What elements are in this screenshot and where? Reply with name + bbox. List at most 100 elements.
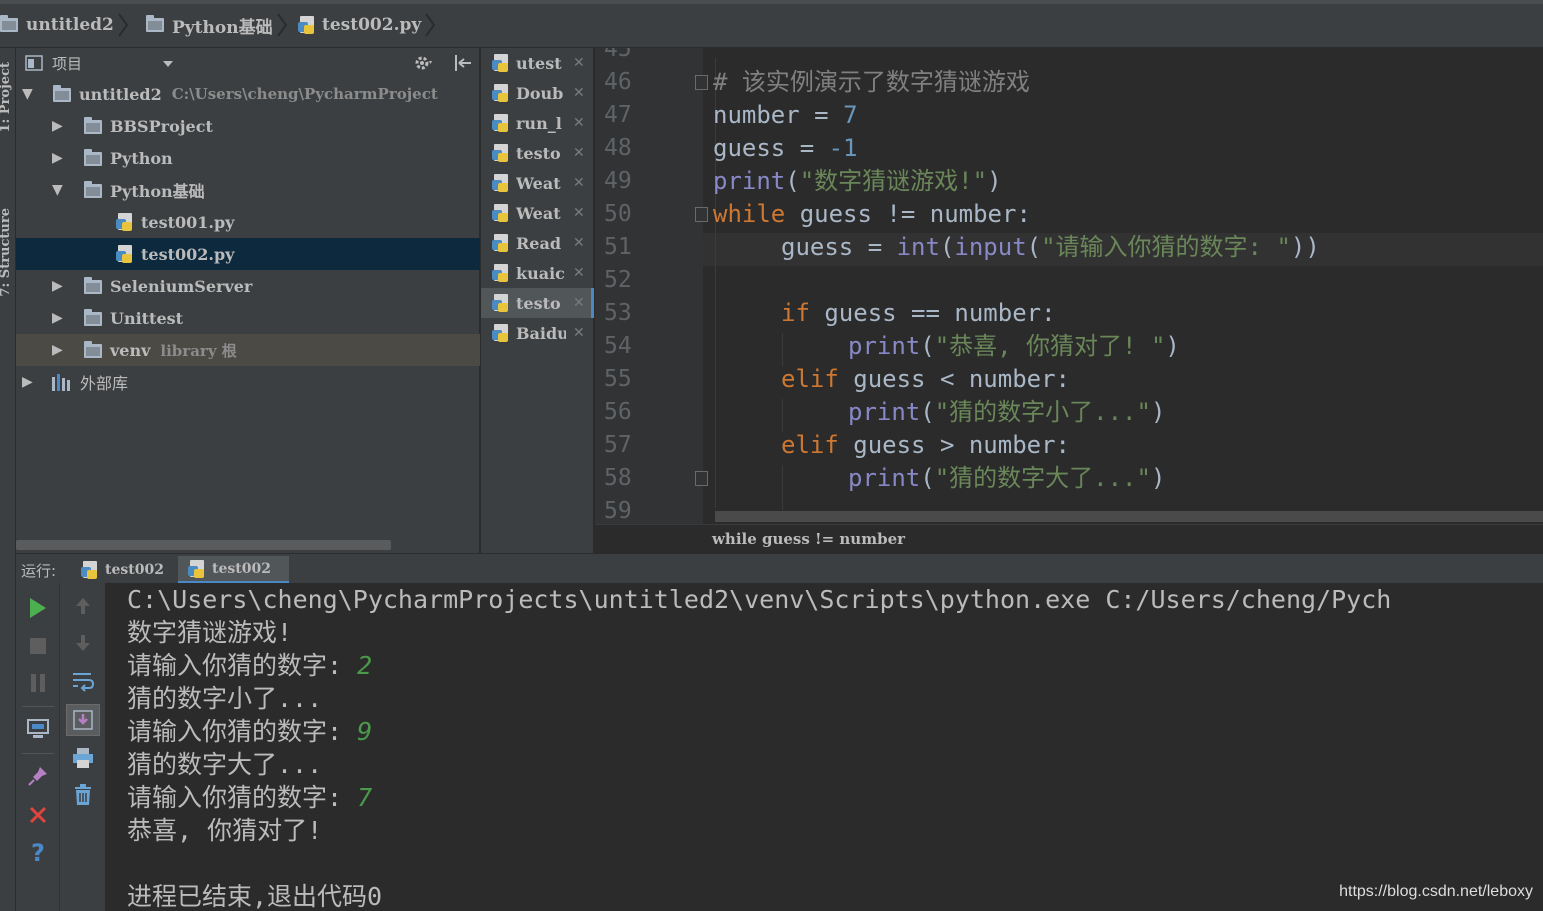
editor-tab[interactable]: Read ✕: [481, 228, 594, 258]
tree-item-untitled2[interactable]: ▼ untitled2 C:\Users\cheng\PycharmProjec…: [16, 78, 480, 110]
editor-tab[interactable]: Weat ✕: [481, 168, 594, 198]
code-line-51: guess = int(input("请输入你猜的数字: ")): [781, 231, 1320, 264]
chevron-right-icon[interactable]: ▶: [22, 374, 33, 390]
chevron-right-icon[interactable]: ▶: [52, 310, 63, 326]
code-paren: )): [1290, 233, 1320, 261]
chevron-right-icon[interactable]: ▶: [52, 118, 63, 134]
close-icon[interactable]: ✕: [573, 325, 585, 341]
console-prompt: 请输入你猜的数字:: [127, 717, 358, 746]
project-view-title[interactable]: 项目: [52, 53, 82, 74]
run-console[interactable]: C:\Users\cheng\PycharmProjects\untitled2…: [106, 583, 1543, 911]
editor-tab[interactable]: Doub ✕: [481, 78, 594, 108]
run-tab-active[interactable]: test002: [178, 556, 289, 584]
close-icon[interactable]: ✕: [573, 175, 585, 191]
console-user-input: 7: [357, 783, 373, 812]
folder-icon: [53, 85, 71, 102]
tree-item-python[interactable]: ▶ Python: [16, 142, 480, 174]
chevron-right-icon[interactable]: ▶: [52, 342, 63, 358]
editor-tab[interactable]: Weat ✕: [481, 198, 594, 228]
toolbar-divider: [22, 753, 54, 754]
code-editor[interactable]: 45 46 47 48 49 50 51 52 53 54 55 56 57 5…: [595, 48, 1543, 524]
editor-tab-active[interactable]: testo ✕: [481, 288, 594, 318]
editor-tab[interactable]: testo ✕: [481, 138, 594, 168]
close-icon[interactable]: ✕: [573, 115, 585, 131]
tree-item-unittest[interactable]: ▶ Unittest: [16, 302, 480, 334]
code-paren: ): [1165, 332, 1180, 360]
horizontal-scrollbar[interactable]: [16, 540, 391, 550]
scroll-up-button[interactable]: [70, 593, 96, 619]
close-icon[interactable]: ✕: [573, 235, 585, 251]
tree-item-test002[interactable]: test002.py: [16, 238, 480, 270]
code-keyword: elif: [781, 431, 839, 459]
arrow-up-icon: [76, 598, 90, 614]
code-paren: (: [920, 398, 935, 426]
close-icon[interactable]: ✕: [573, 295, 585, 311]
tree-item-label: SeleniumServer: [110, 276, 253, 296]
horizontal-scrollbar[interactable]: [715, 511, 1543, 522]
print-button[interactable]: [70, 745, 96, 771]
tree-item-test001[interactable]: test001.py: [16, 206, 480, 238]
editor-tab-label: run_l: [516, 113, 562, 133]
scroll-down-button[interactable]: [70, 630, 96, 656]
fold-marker-icon[interactable]: [695, 207, 708, 222]
scroll-to-end-button[interactable]: [66, 704, 100, 736]
tree-item-external-libraries[interactable]: ▶ 外部库: [16, 366, 480, 398]
code-paren: ): [1150, 398, 1166, 426]
pause-button[interactable]: [25, 670, 51, 696]
gear-icon[interactable]: [414, 54, 434, 72]
folder-icon: [84, 309, 102, 326]
code-line-46: # 该实例演示了数字猜谜游戏: [713, 66, 1030, 99]
structure-tool-tab[interactable]: 7: Structure: [0, 208, 13, 297]
tree-item-venv[interactable]: ▶ venv library 根: [16, 334, 480, 366]
close-run-button[interactable]: [25, 802, 51, 828]
chevron-down-icon[interactable]: ▼: [22, 86, 33, 102]
python-file-icon: [492, 84, 510, 102]
editor-tab[interactable]: kuaic ✕: [481, 258, 594, 288]
close-icon[interactable]: ✕: [573, 205, 585, 221]
help-button[interactable]: ?: [25, 839, 51, 867]
close-icon[interactable]: ✕: [573, 55, 585, 71]
line-number: 59: [604, 498, 632, 524]
editor-tab[interactable]: run_l ✕: [481, 108, 594, 138]
line-number: 45: [604, 48, 632, 62]
code-string: "数字猜谜游戏!": [799, 167, 988, 195]
editor-breadcrumb-item[interactable]: while guess != number: [712, 530, 905, 548]
chevron-right-icon[interactable]: ▶: [52, 150, 63, 166]
soft-wrap-button[interactable]: [70, 668, 96, 694]
code-expression: guess == number:: [809, 299, 1056, 327]
chevron-down-icon[interactable]: [162, 60, 174, 68]
code-number: 7: [843, 101, 858, 129]
close-icon[interactable]: ✕: [573, 85, 585, 101]
chevron-right-icon[interactable]: ▶: [52, 278, 63, 294]
tree-item-label: venv: [110, 340, 151, 360]
breadcrumb-item-folder[interactable]: Python基础: [146, 12, 287, 38]
editor-tab-label: Read: [516, 233, 562, 253]
close-icon[interactable]: ✕: [573, 265, 585, 281]
code-string: "猜的数字小了...": [934, 398, 1151, 426]
tree-item-bbsproject[interactable]: ▶ BBSProject: [16, 110, 480, 142]
fold-marker-icon[interactable]: [695, 75, 708, 90]
code-paren: (: [920, 332, 935, 360]
editor-tab[interactable]: utest ✕: [481, 48, 594, 78]
code-line-50: while guess != number:: [713, 198, 1031, 231]
tree-item-seleniumserver[interactable]: ▶ SeleniumServer: [16, 270, 480, 302]
dump-threads-button[interactable]: [25, 716, 51, 742]
run-tab[interactable]: test002: [71, 556, 178, 584]
breadcrumb-item-project[interactable]: untitled2: [0, 12, 129, 38]
collapse-panel-icon[interactable]: [453, 54, 473, 72]
pin-button[interactable]: [25, 763, 51, 789]
tree-item-label: 外部库: [80, 374, 129, 393]
project-tool-tab[interactable]: 1: Project: [0, 62, 13, 133]
soft-wrap-icon: [73, 673, 95, 692]
editor-tab-label: Baidu: [516, 323, 566, 343]
close-icon[interactable]: ✕: [573, 145, 585, 161]
chevron-down-icon[interactable]: ▼: [52, 182, 63, 198]
stop-button[interactable]: [25, 633, 51, 659]
fold-marker-icon[interactable]: [695, 471, 708, 486]
breadcrumb-item-file[interactable]: test002.py: [298, 12, 436, 38]
editor-tab[interactable]: Baidu ✕: [481, 318, 594, 348]
clear-all-button[interactable]: [70, 782, 96, 808]
rerun-button[interactable]: [25, 595, 51, 621]
line-number: 46: [604, 69, 632, 95]
tree-item-python-basics[interactable]: ▼ Python基础: [16, 174, 480, 206]
